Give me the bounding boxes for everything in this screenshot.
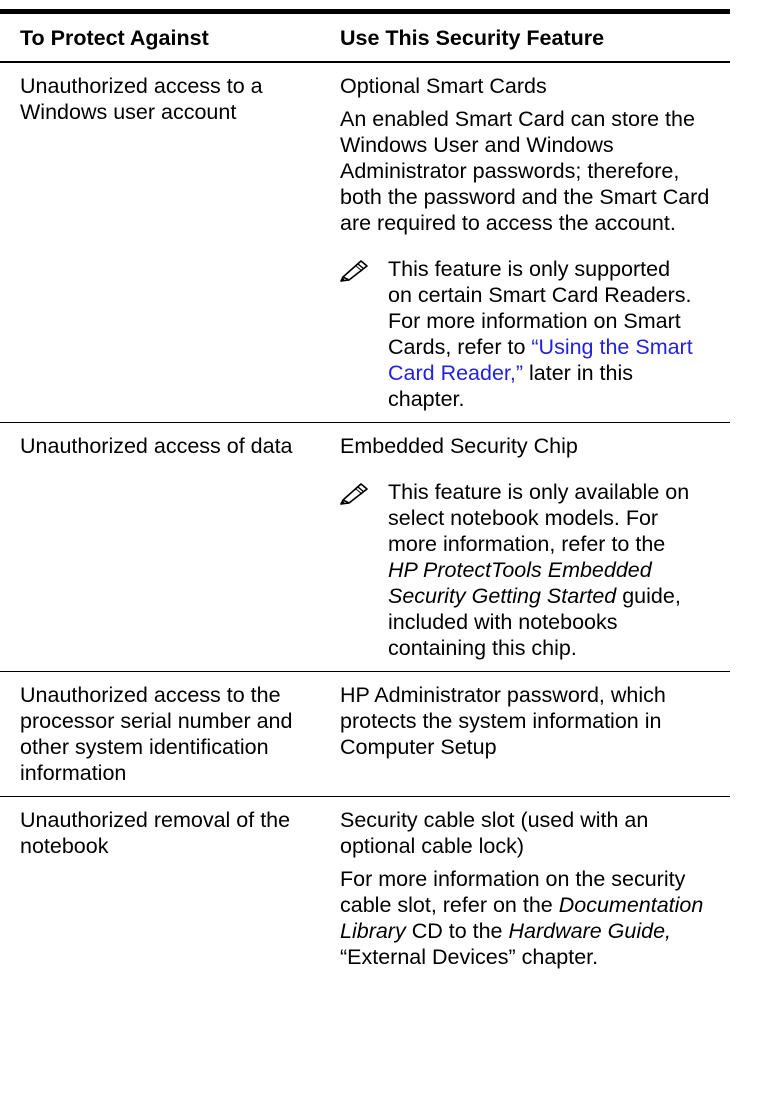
note-text: This feature is only available on select…	[388, 479, 698, 661]
note-text-before: This feature is only available on select…	[388, 480, 690, 556]
feature-cell: Optional Smart Cards An enabled Smart Ca…	[328, 62, 730, 423]
feature-title: Optional Smart Cards	[340, 74, 547, 98]
table-row: Unauthorized removal of the notebook Sec…	[0, 797, 730, 981]
threat-cell: Unauthorized access of data	[0, 422, 328, 672]
feature-title: Embedded Security Chip	[340, 434, 578, 458]
table-row: Unauthorized access to the processor ser…	[0, 671, 730, 797]
threat-cell: Unauthorized removal of the notebook	[20, 808, 291, 858]
header-protect-against: To Protect Against	[0, 9, 328, 63]
note-text: This feature is only supported on certai…	[388, 256, 698, 412]
note-block: This feature is only supported on certai…	[340, 256, 722, 412]
threat-cell: Unauthorized access to a Windows user ac…	[0, 62, 328, 423]
table-row: Unauthorized access of data Embedded Sec…	[0, 422, 730, 672]
note-pencil-icon	[340, 256, 388, 284]
feature-cell: Embedded Security Chip This feature is o…	[328, 422, 730, 672]
table-header-row: To Protect Against Use This Security Fea…	[0, 9, 730, 63]
feature-detail: For more information on the security cab…	[340, 866, 722, 970]
guide-title: HP ProtectTools Embedded Security Gettin…	[388, 558, 652, 608]
feature-cell: HP Administrator password, which protect…	[328, 671, 730, 797]
feature-title: Security cable slot (used with an option…	[340, 808, 649, 858]
hardware-guide-title: Hardware Guide,	[508, 919, 672, 943]
feature-detail: An enabled Smart Card can store the Wind…	[340, 107, 710, 235]
security-features-table: To Protect Against Use This Security Fea…	[0, 9, 730, 980]
threat-cell: Unauthorized access to the processor ser…	[0, 671, 328, 797]
feature-title: HP Administrator password, which protect…	[340, 683, 666, 759]
detail-text-2: CD to the	[405, 919, 509, 943]
note-block: This feature is only available on select…	[340, 479, 722, 661]
feature-cell: Security cable slot (used with an option…	[328, 797, 730, 981]
header-security-feature: Use This Security Feature	[328, 9, 730, 63]
table-row: Unauthorized access to a Windows user ac…	[0, 62, 730, 423]
detail-text-3: “External Devices” chapter.	[340, 945, 599, 969]
document-page: To Protect Against Use This Security Fea…	[0, 0, 765, 1118]
note-pencil-icon	[340, 479, 388, 507]
